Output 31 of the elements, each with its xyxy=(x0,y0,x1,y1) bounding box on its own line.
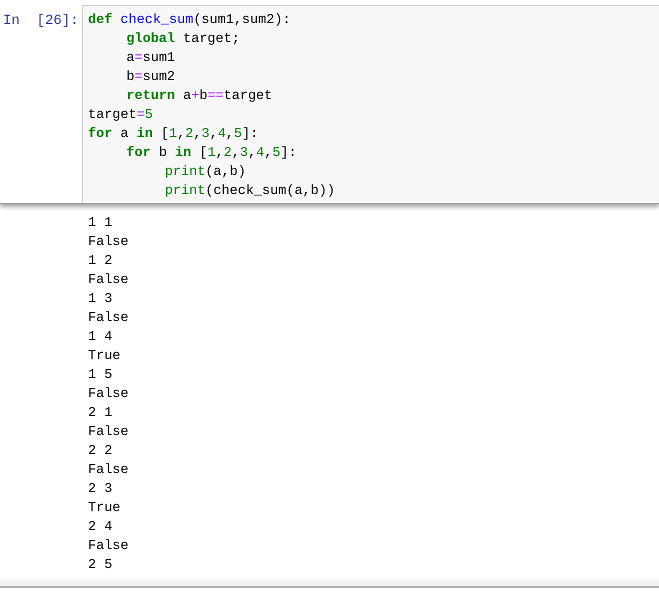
output-line: 1 3 xyxy=(88,291,112,309)
code-line: for b in [1,2,3,4,5]: xyxy=(126,145,298,163)
code-line: for a in [1,2,3,4,5]: xyxy=(88,126,260,144)
cell-prompt: In [26]: xyxy=(2,12,80,29)
output-line: 2 5 xyxy=(88,557,112,575)
output-line: 2 4 xyxy=(88,519,112,537)
output-line: 1 5 xyxy=(88,367,112,385)
code-cell[interactable]: def check_sum(sum1,sum2): global target; a=sum1 b=sum2 return a+b==target target=5 for a in [1,2,3,4,5]: for b in [1,2,3,4,5]: print(a,b) print(check_sum(a,b)) xyxy=(82,5,659,203)
output-line: True xyxy=(88,500,120,518)
output-line: 1 2 xyxy=(88,253,112,271)
output-line: False xyxy=(88,272,129,290)
code-line: print(check_sum(a,b)) xyxy=(164,183,336,201)
code-line: def check_sum(sum1,sum2): xyxy=(88,12,292,30)
code-line: print(a,b) xyxy=(164,164,247,182)
code-line: a=sum1 xyxy=(126,50,176,68)
output-line: False xyxy=(88,538,129,556)
output-line: False xyxy=(88,234,129,252)
output-line: 2 2 xyxy=(88,443,112,461)
code-line: target=5 xyxy=(88,107,154,125)
output-line: False xyxy=(88,424,129,442)
output-line: False xyxy=(88,310,129,328)
output-line: False xyxy=(88,386,129,404)
output-line: 1 4 xyxy=(88,329,112,347)
code-line: b=sum2 xyxy=(126,69,176,87)
code-line: global target; xyxy=(126,31,241,49)
output-line: 2 1 xyxy=(88,405,112,423)
output-line: 1 1 xyxy=(88,215,112,233)
output-line: True xyxy=(88,348,120,366)
output-line: 2 3 xyxy=(88,481,112,499)
output-line: False xyxy=(88,462,129,480)
code-line: return a+b==target xyxy=(126,88,274,106)
